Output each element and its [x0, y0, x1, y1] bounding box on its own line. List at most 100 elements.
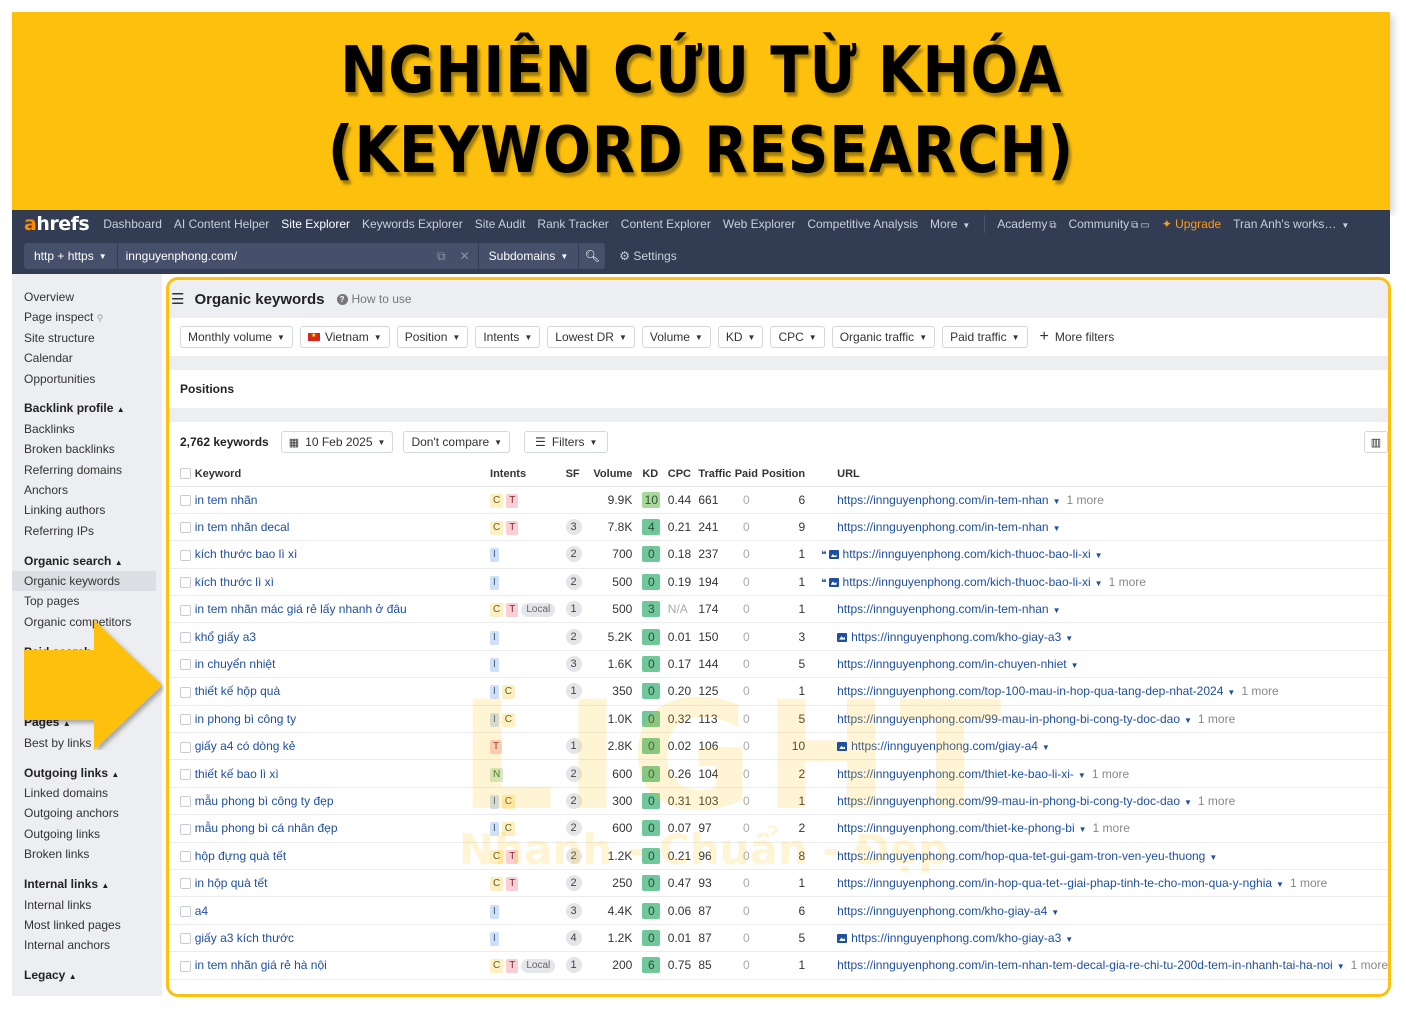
sidebar-section-legacy[interactable]: Legacy ▲ — [12, 965, 162, 985]
url-dropdown-icon[interactable]: ▼ — [1095, 579, 1103, 588]
row-checkbox[interactable] — [180, 577, 191, 589]
keyword-link[interactable]: mẫu phong bì cá nhân đẹp — [195, 821, 338, 835]
sidebar-item-linking-authors[interactable]: Linking authors — [12, 500, 162, 520]
url-dropdown-icon[interactable]: ▼ — [1079, 825, 1087, 834]
sidebar-item-page-inspect[interactable]: Page inspect ⚲ — [12, 307, 162, 327]
filter-monthly-volume[interactable]: Monthly volume ▼ — [180, 326, 293, 348]
url-link[interactable]: https://innguyenphong.com/in-chuyen-nhie… — [837, 657, 1066, 671]
row-checkbox[interactable] — [180, 741, 191, 753]
col-paid[interactable]: Paid — [732, 462, 761, 487]
sf-badge[interactable]: 2 — [565, 765, 582, 782]
columns-toggle-button[interactable]: ▥ — [1364, 431, 1388, 453]
nav-academy[interactable]: Academy ⧉ — [997, 217, 1056, 231]
row-checkbox[interactable] — [180, 604, 191, 616]
sf-badge[interactable]: 2 — [565, 847, 582, 864]
search-button[interactable]: 🔍︎ — [579, 249, 605, 263]
row-checkbox[interactable] — [180, 796, 191, 808]
filter-country[interactable]: Vietnam ▼ — [299, 326, 390, 348]
more-urls-link[interactable]: 1 more — [1067, 493, 1104, 507]
url-link[interactable]: https://innguyenphong.com/in-tem-nhan — [837, 493, 1048, 507]
sf-badge[interactable]: 2 — [565, 792, 582, 809]
col-kd[interactable]: KD — [642, 462, 668, 487]
url-dropdown-icon[interactable]: ▼ — [1209, 853, 1217, 862]
url-dropdown-icon[interactable]: ▼ — [1065, 935, 1073, 944]
url-link[interactable]: https://innguyenphong.com/kho-giay-a4 — [837, 904, 1047, 918]
sidebar-item-calendar[interactable]: Calendar — [12, 348, 162, 368]
url-dropdown-icon[interactable]: ▼ — [1184, 798, 1192, 807]
keyword-link[interactable]: in tem nhãn mác giá rẻ lấy nhanh ở đâu — [195, 602, 407, 616]
nav-site-audit[interactable]: Site Audit — [475, 217, 526, 231]
keyword-link[interactable]: hộp đựng quà tết — [195, 849, 286, 863]
keyword-link[interactable]: in tem nhãn — [195, 493, 258, 507]
sidebar-item-backlinks[interactable]: Backlinks — [12, 419, 162, 439]
more-urls-link[interactable]: 1 more — [1290, 876, 1327, 890]
col-cpc[interactable]: CPC — [667, 462, 699, 487]
col-sf[interactable]: SF — [565, 462, 588, 487]
keyword-link[interactable]: mẫu phong bì công ty đẹp — [195, 794, 334, 808]
filter-intents[interactable]: Intents ▼ — [475, 326, 541, 348]
url-dropdown-icon[interactable]: ▼ — [1051, 908, 1059, 917]
url-link[interactable]: https://innguyenphong.com/giay-a4 — [851, 739, 1038, 753]
row-checkbox[interactable] — [180, 522, 191, 534]
filter-organic-traffic[interactable]: Organic traffic ▼ — [831, 326, 936, 348]
keyword-link[interactable]: kích thước bao lì xì — [195, 547, 298, 561]
url-dropdown-icon[interactable]: ▼ — [1071, 661, 1079, 670]
filter-kd[interactable]: KD ▼ — [717, 326, 764, 348]
upgrade-button[interactable]: ✦ Upgrade — [1162, 217, 1221, 231]
ahrefs-logo[interactable]: ahrefs — [24, 213, 90, 235]
filter-paid-traffic[interactable]: Paid traffic ▼ — [942, 326, 1028, 348]
url-dropdown-icon[interactable]: ▼ — [1184, 716, 1192, 725]
url-dropdown-icon[interactable]: ▼ — [1065, 634, 1073, 643]
row-checkbox[interactable] — [180, 933, 191, 945]
url-dropdown-icon[interactable]: ▼ — [1042, 743, 1050, 752]
nav-ai-content-helper[interactable]: AI Content Helper — [174, 217, 269, 231]
col-intents[interactable]: Intents — [490, 462, 566, 487]
row-checkbox[interactable] — [180, 495, 191, 507]
url-link[interactable]: https://innguyenphong.com/top-100-mau-in… — [837, 684, 1223, 698]
col-keyword[interactable]: Keyword — [194, 462, 491, 487]
keyword-link[interactable]: in hộp quà tết — [195, 876, 268, 890]
sidebar-item-outgoing-anchors[interactable]: Outgoing anchors — [12, 803, 162, 823]
url-dropdown-icon[interactable]: ▼ — [1053, 497, 1061, 506]
protocol-select[interactable]: http + https ▼ — [24, 243, 118, 269]
url-link[interactable]: https://innguyenphong.com/in-tem-nhan-te… — [837, 958, 1333, 972]
sidebar-item-outgoing-links[interactable]: Outgoing links — [12, 824, 162, 844]
nav-content-explorer[interactable]: Content Explorer — [621, 217, 711, 231]
sidebar-item-overview[interactable]: Overview — [12, 287, 162, 307]
url-link[interactable]: https://innguyenphong.com/in-tem-nhan — [837, 520, 1048, 534]
url-dropdown-icon[interactable]: ▼ — [1078, 771, 1086, 780]
keyword-link[interactable]: giấy a3 kích thước — [195, 931, 294, 945]
sidebar-item-top-pages[interactable]: Top pages — [12, 591, 162, 611]
url-link[interactable]: https://innguyenphong.com/99-mau-in-phon… — [837, 712, 1180, 726]
keyword-link[interactable]: in chuyển nhiệt — [195, 657, 276, 671]
sidebar-item-broken-links[interactable]: Broken links — [12, 844, 162, 864]
url-dropdown-icon[interactable]: ▼ — [1053, 606, 1061, 615]
row-checkbox[interactable] — [180, 686, 191, 698]
keyword-link[interactable]: thiết kế bao lì xì — [195, 767, 279, 781]
sf-badge[interactable]: 2 — [565, 820, 582, 837]
scope-select[interactable]: Subdomains ▼ — [477, 243, 580, 269]
select-all-checkbox[interactable] — [180, 468, 191, 480]
url-dropdown-icon[interactable]: ▼ — [1053, 524, 1061, 533]
url-link[interactable]: https://innguyenphong.com/hop-qua-tet-gu… — [837, 849, 1205, 863]
keyword-link[interactable]: thiết kế hộp quà — [195, 684, 280, 698]
url-link[interactable]: https://innguyenphong.com/kich-thuoc-bao… — [843, 547, 1091, 561]
sidebar-item-internal-anchors[interactable]: Internal anchors — [12, 935, 162, 955]
sidebar-item-organic-keywords[interactable]: Organic keywords — [12, 571, 156, 592]
sf-badge[interactable]: 2 — [565, 628, 582, 645]
sidebar-item-broken-backlinks[interactable]: Broken backlinks — [12, 439, 162, 459]
row-checkbox[interactable] — [180, 823, 191, 835]
keyword-link[interactable]: a4 — [195, 904, 208, 918]
url-link[interactable]: https://innguyenphong.com/kho-giay-a3 — [851, 630, 1061, 644]
more-urls-link[interactable]: 1 more — [1351, 958, 1388, 972]
row-checkbox[interactable] — [180, 631, 191, 643]
url-dropdown-icon[interactable]: ▼ — [1095, 551, 1103, 560]
sf-badge[interactable]: 1 — [565, 683, 582, 700]
date-picker[interactable]: ▦ 10 Feb 2025 ▼ — [280, 431, 394, 453]
nav-community[interactable]: Community ⧉ ▭ — [1068, 217, 1149, 231]
url-dropdown-icon[interactable]: ▼ — [1227, 688, 1235, 697]
col-url[interactable]: URL — [811, 462, 1388, 487]
more-urls-link[interactable]: 1 more — [1092, 767, 1129, 781]
sidebar-section-outgoing-links[interactable]: Outgoing links ▲ — [12, 763, 162, 783]
url-dropdown-icon[interactable]: ▼ — [1276, 880, 1284, 889]
